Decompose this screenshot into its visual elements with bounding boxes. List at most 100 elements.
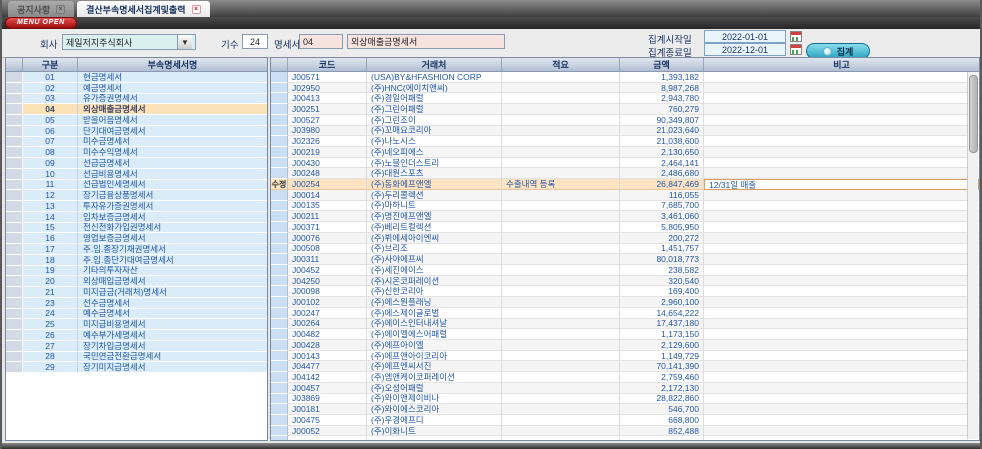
table-row[interactable]: J00371(주)베리트컬렉션5,805,950 (271, 222, 979, 233)
table-row[interactable]: J00052(주)이화니트852,488 (271, 426, 979, 437)
list-item[interactable]: 14임차보증금명세서 (6, 212, 267, 223)
list-item[interactable]: 29장기미지급명세서 (6, 362, 267, 373)
row-selector-cell (6, 244, 23, 255)
statement-name-cell: 주.임.종장기채권명세서 (78, 244, 267, 255)
amount-cell: 26,847,469 (620, 179, 704, 190)
row-selector-cell (6, 233, 23, 244)
note-cell (704, 233, 979, 244)
table-row[interactable]: J03869(주)와이앤제이비나28,822,860 (271, 394, 979, 405)
table-row[interactable]: J02950(주)HNC(에이치앤씨)8,987,268 (271, 83, 979, 94)
table-row[interactable]: 수정J00254(주)동화에프앤엘수출내역 등록26,847,46912/31일… (271, 179, 979, 190)
vendor-name-cell: (주)뷔에세아이엔씨 (367, 233, 502, 244)
table-row[interactable]: J04477(주)에프엔씨서진70,141,390 (271, 361, 979, 372)
list-item[interactable]: 27장기차입금명세서 (6, 341, 267, 352)
table-row[interactable]: J00457(주)오성어패럴2,172,130 (271, 383, 979, 394)
statement-name-cell: 선급금명세서 (78, 158, 267, 169)
scrollbar-thumb[interactable] (969, 75, 978, 153)
table-row[interactable]: J04250(주)시온코퍼레이션320,540 (271, 276, 979, 287)
list-item[interactable]: 08미수수익명세서 (6, 147, 267, 158)
description-cell (502, 201, 620, 212)
vertical-scrollbar[interactable] (967, 72, 978, 439)
table-row[interactable]: J04142(주)엠앤케이코퍼레이션2,759,460 (271, 372, 979, 383)
table-row[interactable] (271, 436, 979, 441)
vendor-name-cell: (주)브리조 (367, 244, 502, 255)
list-item[interactable]: 06단기대여금명세서 (6, 126, 267, 137)
aggregate-button-icon (823, 47, 832, 56)
table-row[interactable]: J00248(주)대원스포츠2,486,680 (271, 168, 979, 179)
vendor-name-cell: (주)에이스인터내셔날 (367, 319, 502, 330)
list-item[interactable]: 03유가증권명세서 (6, 94, 267, 105)
row-flag-cell (271, 93, 288, 104)
row-selector-cell (6, 115, 23, 126)
menu-open-button[interactable]: MENU OPEN (5, 17, 77, 29)
table-row[interactable]: J03980(주)꼬매요코리아21,023,640 (271, 126, 979, 137)
table-row[interactable]: J00135(주)마하니트7,685,700 (271, 201, 979, 212)
close-icon[interactable]: × (192, 5, 201, 14)
list-item[interactable]: 12장기금융상품명세서 (6, 190, 267, 201)
list-item[interactable]: 28국민연금전환금명세서 (6, 352, 267, 363)
table-row[interactable]: J00143(주)에프앤아이코리아1,149,729 (271, 351, 979, 362)
list-item[interactable]: 13투자유가증권명세서 (6, 201, 267, 212)
list-item[interactable]: 01현금명세서 (6, 72, 267, 83)
list-item[interactable]: 19기타의투자자산 (6, 266, 267, 277)
amount-cell: 7,685,700 (620, 201, 704, 212)
vendor-name-cell: (주)와이에스코리아 (367, 404, 502, 415)
table-row[interactable]: J00181(주)와이에스코리아546,700 (271, 404, 979, 415)
term-input[interactable] (242, 34, 268, 49)
table-row[interactable]: J00264(주)에이스인터내셔날17,437,180 (271, 319, 979, 330)
list-item[interactable]: 11선급법인세명세서 (6, 180, 267, 191)
list-item[interactable]: 25미지급비용명세서 (6, 319, 267, 330)
table-row[interactable]: J00014(주)두리콜렉션116,055 (271, 190, 979, 201)
vendor-code-cell: J00181 (288, 404, 367, 415)
list-item[interactable]: 18주.임.종단기대여금명세서 (6, 255, 267, 266)
list-item[interactable]: 23선수금명세서 (6, 298, 267, 309)
list-item[interactable]: 21미지급금(거래처)명세서 (6, 287, 267, 298)
end-date-input[interactable] (704, 43, 786, 56)
company-label: 회사 (40, 37, 57, 51)
table-row[interactable]: J00102(주)에스원플래닝2,960,100 (271, 297, 979, 308)
table-row[interactable]: J00247(주)에스제이글로벌14,654,222 (271, 308, 979, 319)
table-row[interactable]: J00311(주)사야에프씨80,018,773 (271, 254, 979, 265)
calendar-icon[interactable] (790, 31, 802, 42)
table-row[interactable]: J02326(주)나노시스21,038,600 (271, 136, 979, 147)
list-item[interactable]: 02예금명세서 (6, 83, 267, 94)
aggregate-button-label: 집계 (837, 45, 854, 58)
table-row[interactable]: J00430(주)노블인더스트리2,464,141 (271, 158, 979, 169)
vendor-code-cell: J00014 (288, 190, 367, 201)
start-date-input[interactable] (704, 30, 786, 43)
list-item[interactable]: 10선급비용명세서 (6, 169, 267, 180)
tab-notice[interactable]: 공지사항 × (8, 1, 74, 17)
table-row[interactable]: J00475(주)우경에프디668,800 (271, 415, 979, 426)
table-row[interactable]: J00413(주)경일어패럴2,943,780 (271, 93, 979, 104)
table-row[interactable]: J00251(주)그린어패럴760,279 (271, 104, 979, 115)
left-header-name: 부속명세서명 (78, 58, 267, 71)
table-row[interactable]: J00508(주)브리조1,451,757 (271, 244, 979, 255)
list-item[interactable]: 04외상매출금명세서 (6, 104, 267, 115)
row-flag-cell (271, 436, 288, 441)
table-row[interactable]: J00527(주)그린조이90,349,807 (271, 115, 979, 126)
list-item[interactable]: 05받을어음명세서 (6, 115, 267, 126)
list-item[interactable]: 15전신전화가입권명세서 (6, 223, 267, 234)
tab-statement-aggregation[interactable]: 결산부속명세서집계및출력 × (77, 1, 209, 17)
table-row[interactable]: J00098(주)신한코리아169,400 (271, 286, 979, 297)
calendar-icon[interactable] (790, 44, 802, 55)
list-item[interactable]: 24예수금명세서 (6, 309, 267, 320)
statement-code-input[interactable] (299, 34, 343, 49)
table-row[interactable]: J00211(주)명진에프앤엘3,461,060 (271, 211, 979, 222)
statement-name-cell: 예수금명세서 (78, 309, 267, 320)
table-row[interactable]: J00076(주)뷔에세아이엔씨200,272 (271, 233, 979, 244)
list-item[interactable]: 17주.임.종장기채권명세서 (6, 244, 267, 255)
list-item[interactable]: 07미수금명세서 (6, 137, 267, 148)
table-row[interactable]: J00482(주)에이엘에스어패럴1,173,150 (271, 329, 979, 340)
list-item[interactable]: 26예수부가세명세서 (6, 330, 267, 341)
list-item[interactable]: 16영업보증금명세서 (6, 233, 267, 244)
list-item[interactable]: 20외상매입금명세서 (6, 276, 267, 287)
close-icon[interactable]: × (56, 5, 65, 14)
table-row[interactable]: J00452(주)세진에이스238,582 (271, 265, 979, 276)
table-row[interactable]: J00428(주)에프아이엘2,129,600 (271, 340, 979, 351)
statement-name-input[interactable] (347, 34, 505, 49)
company-select[interactable]: 제일저지주식회사 ▼ (62, 34, 196, 50)
list-item[interactable]: 09선급금명세서 (6, 158, 267, 169)
table-row[interactable]: J00219(주)네오피에스2,130,650 (271, 147, 979, 158)
table-row[interactable]: J00571(USA)BY&HFASHION CORP1,393,182 (271, 72, 979, 83)
